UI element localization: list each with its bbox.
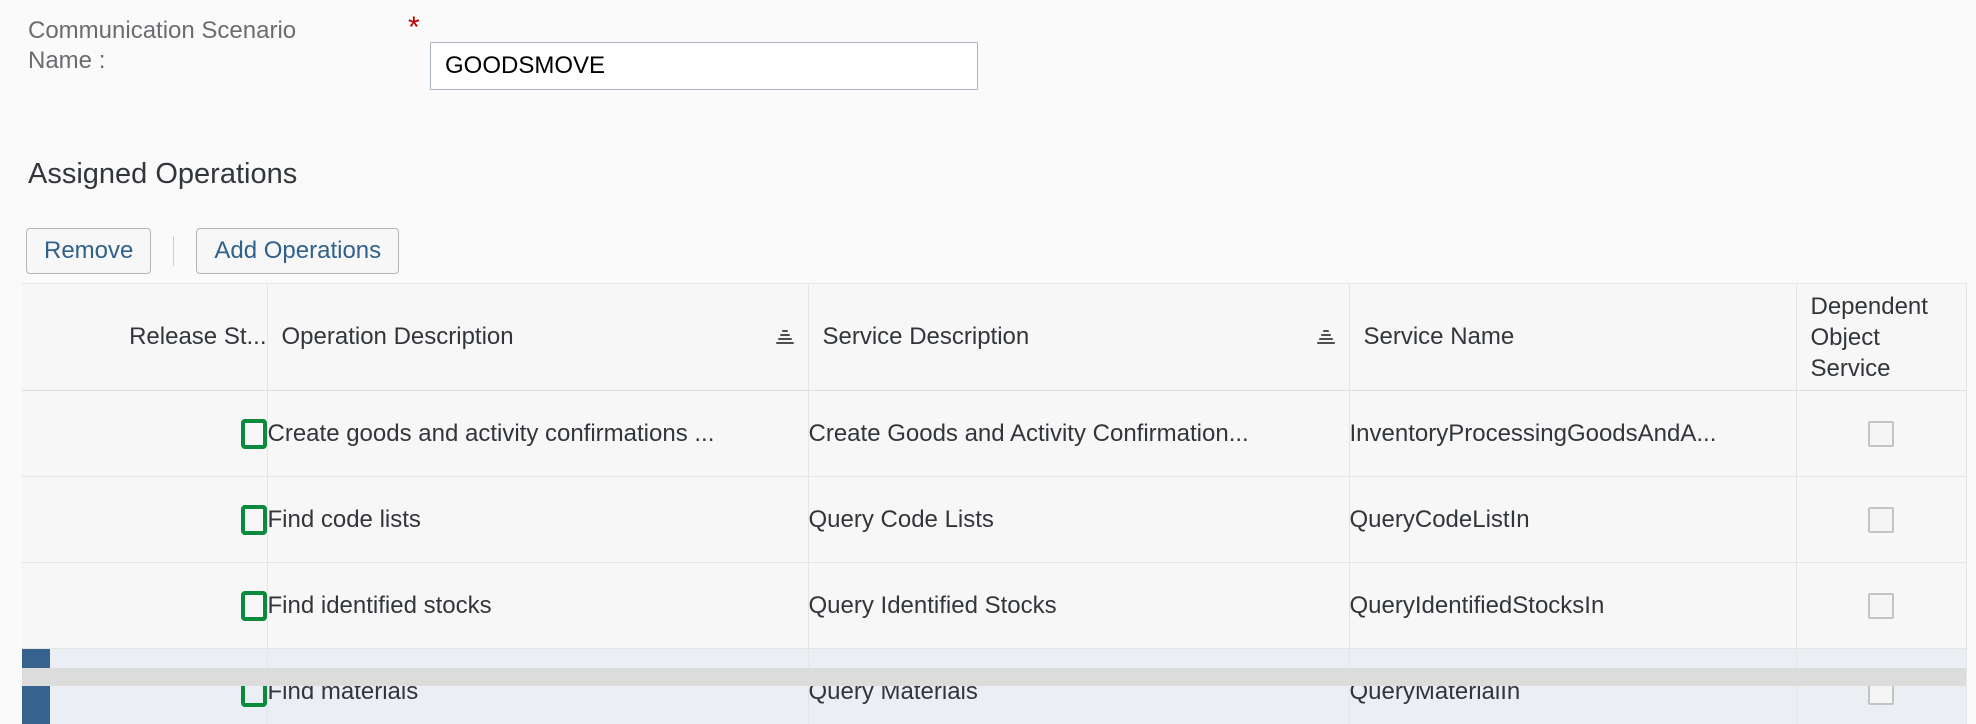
cell-release-status[interactable] bbox=[50, 563, 267, 649]
communication-scenario-name-label: Communication Scenario Name : bbox=[28, 16, 358, 76]
column-header-operation-description[interactable]: Operation Description bbox=[267, 284, 808, 391]
assigned-operations-toolbar: Remove Add Operations bbox=[26, 228, 399, 274]
column-header-release-status-label: Release St... bbox=[129, 323, 266, 350]
released-square-icon bbox=[241, 591, 267, 621]
column-header-operation-description-label: Operation Description bbox=[282, 323, 514, 351]
cell-service-name: InventoryProcessingGoodsAndA... bbox=[1349, 391, 1796, 477]
column-header-service-name-label: Service Name bbox=[1364, 323, 1515, 351]
communication-scenario-page: Communication Scenario Name : * Assigned… bbox=[0, 0, 1976, 724]
column-header-selection bbox=[22, 284, 50, 391]
assigned-operations-table-wrapper: Release St... Operation Description Serv… bbox=[22, 283, 1966, 724]
table-header-row: Release St... Operation Description Serv… bbox=[22, 284, 1966, 391]
cell-service-description: Query Materials bbox=[808, 649, 1349, 724]
assigned-operations-title: Assigned Operations bbox=[28, 158, 297, 191]
dependent-object-service-checkbox[interactable] bbox=[1868, 507, 1894, 533]
cell-service-description: Query Code Lists bbox=[808, 477, 1349, 563]
row-selection-indicator[interactable] bbox=[22, 649, 50, 724]
table-row-selected[interactable]: Find materials Query Materials QueryMate… bbox=[22, 649, 1966, 724]
required-field-asterisk-icon: * bbox=[408, 16, 420, 40]
cell-service-name: QueryIdentifiedStocksIn bbox=[1349, 563, 1796, 649]
column-header-service-name[interactable]: Service Name bbox=[1349, 284, 1796, 391]
cell-operation-description: Create goods and activity confirmations … bbox=[267, 391, 808, 477]
cell-service-description: Create Goods and Activity Confirmation..… bbox=[808, 391, 1349, 477]
cell-release-status[interactable] bbox=[50, 649, 267, 724]
released-square-icon bbox=[241, 505, 267, 535]
table-row[interactable]: Create goods and activity confirmations … bbox=[22, 391, 1966, 477]
cell-release-status[interactable] bbox=[50, 477, 267, 563]
cell-dependent-object-service[interactable] bbox=[1796, 649, 1966, 724]
sort-icon[interactable] bbox=[1317, 328, 1335, 346]
row-selection-indicator[interactable] bbox=[22, 391, 50, 477]
communication-scenario-form: Communication Scenario Name : * bbox=[0, 0, 1976, 120]
column-header-dependent-object-service[interactable]: Dependent Object Service bbox=[1796, 284, 1966, 391]
assigned-operations-table: Release St... Operation Description Serv… bbox=[22, 283, 1967, 724]
column-header-service-description-label: Service Description bbox=[823, 323, 1030, 351]
dependent-object-service-checkbox[interactable] bbox=[1868, 421, 1894, 447]
cell-service-name: QueryMaterialIn bbox=[1349, 649, 1796, 724]
column-header-dependent-object-service-label: Dependent Object Service bbox=[1797, 291, 1966, 384]
cell-service-description: Query Identified Stocks bbox=[808, 563, 1349, 649]
sort-icon[interactable] bbox=[776, 328, 794, 346]
remove-button[interactable]: Remove bbox=[26, 228, 151, 274]
cell-dependent-object-service[interactable] bbox=[1796, 477, 1966, 563]
table-row[interactable]: Find code lists Query Code Lists QueryCo… bbox=[22, 477, 1966, 563]
column-header-release-status[interactable]: Release St... bbox=[50, 284, 267, 391]
cell-dependent-object-service[interactable] bbox=[1796, 391, 1966, 477]
row-selection-indicator[interactable] bbox=[22, 563, 50, 649]
add-operations-button[interactable]: Add Operations bbox=[196, 228, 399, 274]
column-header-service-description[interactable]: Service Description bbox=[808, 284, 1349, 391]
toolbar-separator bbox=[173, 236, 174, 266]
cell-service-name: QueryCodeListIn bbox=[1349, 477, 1796, 563]
table-horizontal-scrollbar[interactable] bbox=[22, 668, 1966, 686]
cell-operation-description: Find identified stocks bbox=[267, 563, 808, 649]
table-header: Release St... Operation Description Serv… bbox=[22, 284, 1966, 391]
cell-operation-description: Find materials bbox=[267, 649, 808, 724]
communication-scenario-name-input[interactable] bbox=[430, 42, 978, 90]
released-square-icon bbox=[241, 419, 267, 449]
cell-dependent-object-service[interactable] bbox=[1796, 563, 1966, 649]
dependent-object-service-checkbox[interactable] bbox=[1868, 593, 1894, 619]
cell-operation-description: Find code lists bbox=[267, 477, 808, 563]
table-row[interactable]: Find identified stocks Query Identified … bbox=[22, 563, 1966, 649]
cell-release-status[interactable] bbox=[50, 391, 267, 477]
row-selection-indicator[interactable] bbox=[22, 477, 50, 563]
table-horizontal-scrollbar-thumb[interactable] bbox=[22, 668, 1966, 686]
